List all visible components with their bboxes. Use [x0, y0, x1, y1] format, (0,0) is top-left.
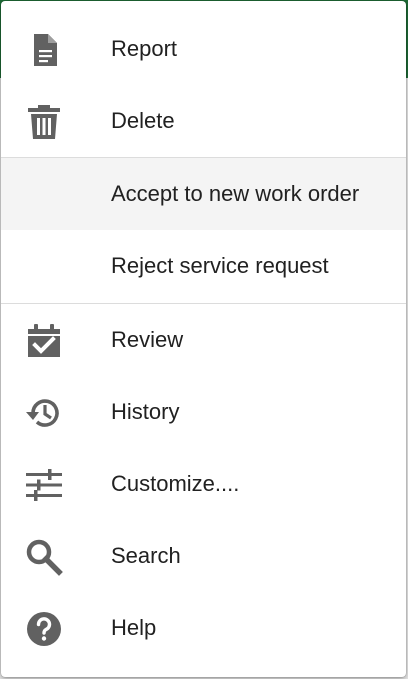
menu-item-label: History — [111, 399, 180, 424]
menu-item-review[interactable]: Review — [1, 304, 406, 376]
menu-item-search[interactable]: Search — [1, 520, 406, 592]
menu-item-history[interactable]: History — [1, 376, 406, 448]
search-icon — [25, 538, 63, 576]
help-circle-icon — [25, 610, 63, 648]
menu-item-label: Report — [111, 36, 178, 61]
history-icon — [25, 394, 63, 432]
menu-item-label: Accept to new work order — [111, 181, 360, 206]
report-document-icon — [25, 31, 63, 69]
menu-item-label: Reject service request — [111, 253, 329, 278]
menu-item-label: Customize.... — [111, 471, 240, 496]
menu-item-accept-to-new-work-order[interactable]: Accept to new work order — [1, 158, 406, 230]
menu-item-help[interactable]: Help — [1, 592, 406, 664]
menu-item-customize[interactable]: Customize.... — [1, 448, 406, 520]
menu-item-reject-service-request[interactable]: Reject service request — [1, 230, 406, 302]
context-menu: Report Delete Accept to new work order R… — [1, 1, 406, 677]
menu-item-label: Search — [111, 543, 181, 568]
menu-item-delete[interactable]: Delete — [1, 85, 406, 157]
sliders-icon — [25, 466, 63, 504]
calendar-check-icon — [25, 322, 63, 360]
trash-icon — [25, 103, 63, 141]
menu-item-report[interactable]: Report — [1, 13, 406, 85]
menu-item-label: Delete — [111, 108, 175, 133]
menu-item-label: Review — [111, 327, 184, 352]
menu-item-label: Help — [111, 615, 157, 640]
